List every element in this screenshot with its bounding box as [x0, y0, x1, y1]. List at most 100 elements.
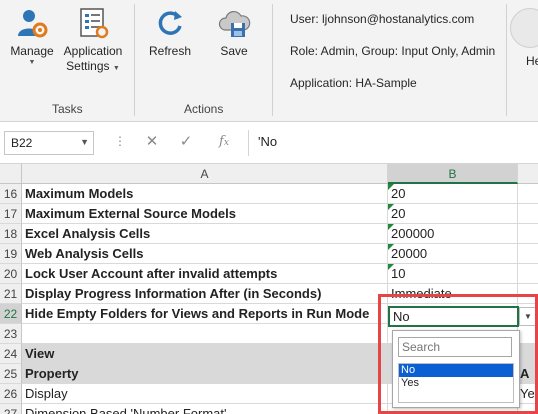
row-header[interactable]: 26: [0, 384, 22, 404]
fx-icon[interactable]: fx: [214, 132, 234, 152]
save-label: Save: [220, 44, 248, 58]
formula-input[interactable]: 'No: [258, 134, 277, 149]
cell-a[interactable]: View: [22, 344, 388, 364]
column-header-a[interactable]: A: [22, 164, 388, 184]
row-header[interactable]: 25: [0, 364, 22, 384]
cell-c[interactable]: A: [518, 364, 538, 384]
error-indicator-icon: [388, 244, 394, 250]
dropdown-options-list: No Yes: [398, 363, 514, 403]
application-settings-label-line1: Application: [63, 44, 123, 58]
table-row: 20 Lock User Account after invalid attemp…: [0, 264, 538, 284]
cell-b-value: 200000: [391, 226, 435, 241]
save-button[interactable]: Save: [210, 6, 258, 59]
table-row: 16 Maximum Models 20: [0, 184, 538, 204]
cell-c[interactable]: [518, 404, 538, 414]
cell-c[interactable]: [518, 224, 538, 244]
error-indicator-icon: [388, 184, 394, 190]
row-header[interactable]: 20: [0, 264, 22, 284]
cell-a[interactable]: Display Progress Information After (in S…: [22, 284, 388, 304]
tasks-group-label: Tasks: [52, 102, 83, 116]
user-info: User: ljohnson@hostanalytics.com: [290, 12, 475, 26]
cell-c[interactable]: [518, 264, 538, 284]
application-info: Application: HA-Sample: [290, 76, 417, 90]
cell-value-dropdown: No Yes: [392, 330, 520, 408]
column-header-c[interactable]: [518, 164, 538, 184]
cell-a[interactable]: Display: [22, 384, 388, 404]
cell-a[interactable]: Maximum Models: [22, 184, 388, 204]
cell-c[interactable]: Ye: [518, 384, 538, 404]
cell-b[interactable]: 20: [388, 184, 518, 204]
cell-b[interactable]: 20: [388, 204, 518, 224]
row-header[interactable]: 19: [0, 244, 22, 264]
row-header[interactable]: 17: [0, 204, 22, 224]
close-icon[interactable]: ✕: [142, 132, 162, 152]
column-header-b[interactable]: B: [388, 164, 518, 184]
cell-a[interactable]: Excel Analysis Cells: [22, 224, 388, 244]
help-label[interactable]: He: [526, 54, 538, 68]
formula-divider: [248, 130, 249, 156]
cell-a[interactable]: Hide Empty Folders for Views and Reports…: [22, 304, 388, 324]
cell-c[interactable]: [518, 344, 538, 364]
group-divider: [272, 4, 273, 116]
select-all-corner[interactable]: [0, 164, 22, 184]
help-icon[interactable]: [510, 8, 538, 48]
cell-c[interactable]: [518, 204, 538, 224]
cell-b-value: 20000: [391, 246, 428, 261]
actions-group-label: Actions: [184, 102, 224, 116]
dropdown-option-no[interactable]: No: [399, 364, 513, 377]
ribbon: Manage ▼ Application Settings ▼ Tasks Re…: [0, 0, 538, 122]
check-icon[interactable]: ✓: [176, 132, 196, 152]
chevron-down-icon[interactable]: ▼: [80, 137, 89, 147]
cell-c[interactable]: [518, 244, 538, 264]
error-indicator-icon: [388, 264, 394, 270]
row-header[interactable]: 16: [0, 184, 22, 204]
table-row: 17 Maximum External Source Models 20: [0, 204, 538, 224]
chevron-down-icon: ▼: [112, 65, 120, 72]
row-header[interactable]: 27: [0, 404, 22, 414]
cell-a[interactable]: Dimension Based 'Number Format': [22, 404, 388, 414]
cell-c[interactable]: [518, 184, 538, 204]
refresh-label: Refresh: [148, 44, 192, 58]
cell-a[interactable]: Web Analysis Cells: [22, 244, 388, 264]
refresh-icon: [158, 11, 182, 35]
cell-a[interactable]: [22, 324, 388, 344]
dropdown-search-input[interactable]: [398, 337, 512, 357]
error-indicator-icon: [388, 224, 394, 230]
cell-c[interactable]: [518, 284, 538, 304]
cell-b[interactable]: 200000: [388, 224, 518, 244]
row-header[interactable]: 21: [0, 284, 22, 304]
row-header[interactable]: 18: [0, 224, 22, 244]
cell-dropdown-button[interactable]: ▼: [519, 307, 537, 326]
table-row: 21 Display Progress Information After (in…: [0, 284, 538, 304]
row-header[interactable]: 23: [0, 324, 22, 344]
cell-a[interactable]: Maximum External Source Models: [22, 204, 388, 224]
group-divider: [134, 4, 135, 116]
active-cell-b22[interactable]: No: [388, 306, 519, 327]
row-header[interactable]: 24: [0, 344, 22, 364]
application-settings-button[interactable]: Application Settings ▼: [60, 6, 126, 76]
role-info: Role: Admin, Group: Input Only, Admin: [290, 44, 496, 58]
cell-a[interactable]: Property: [22, 364, 388, 384]
cloud-save-icon: [218, 10, 251, 37]
application-settings-label-line2: Settings: [66, 59, 110, 73]
table-row: 18 Excel Analysis Cells 200000: [0, 224, 538, 244]
application-settings-icon: [80, 8, 109, 39]
dropdown-option-yes[interactable]: Yes: [399, 377, 513, 390]
cell-a[interactable]: Lock User Account after invalid attempts: [22, 264, 388, 284]
cell-b[interactable]: Immediate: [388, 284, 518, 304]
name-box[interactable]: B22 ▼: [4, 131, 94, 155]
cell-c[interactable]: [518, 324, 538, 344]
manage-button[interactable]: Manage ▼: [6, 6, 58, 67]
group-divider: [506, 4, 507, 116]
name-box-value: B22: [11, 136, 33, 150]
cell-b-value: Immediate: [391, 286, 452, 301]
row-header[interactable]: 22: [0, 304, 22, 324]
cell-b[interactable]: 10: [388, 264, 518, 284]
cell-b[interactable]: 20000: [388, 244, 518, 264]
user-gear-icon: [18, 10, 48, 38]
formula-bar: B22 ▼ ⋮ ✕ ✓ fx 'No: [0, 122, 538, 164]
more-icon: ⋮: [114, 134, 126, 148]
error-indicator-icon: [388, 204, 394, 210]
refresh-button[interactable]: Refresh: [144, 6, 196, 59]
manage-label: Manage: [10, 44, 54, 58]
